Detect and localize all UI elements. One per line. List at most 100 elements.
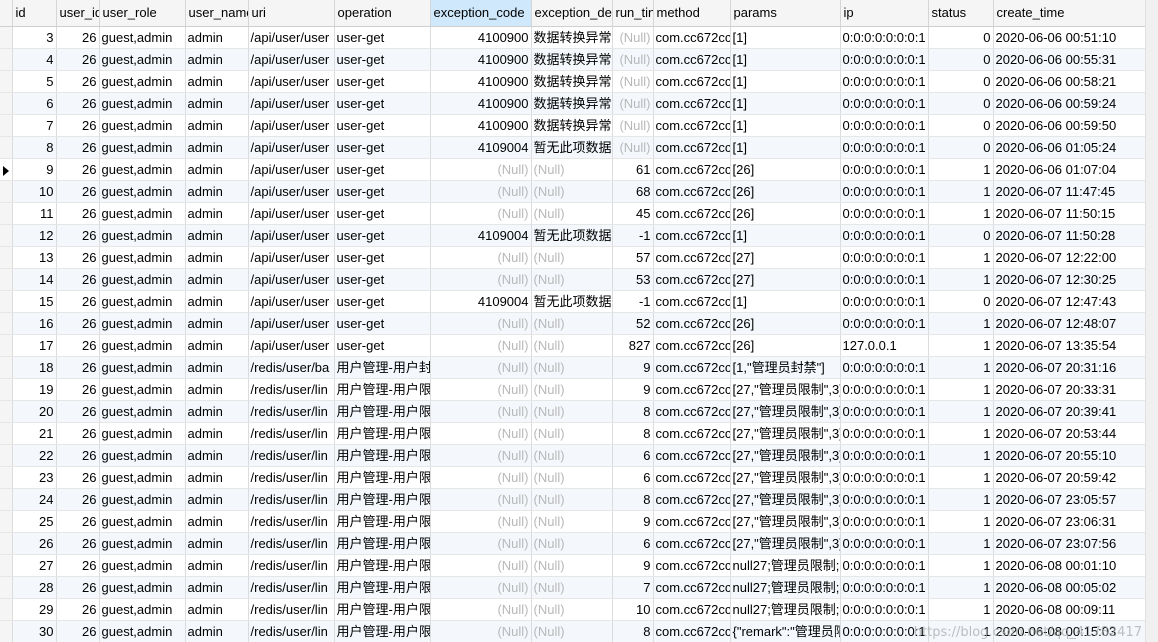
cell-exception-code[interactable]: (Null) <box>430 444 532 467</box>
cell-id[interactable]: 14 <box>12 268 57 291</box>
cell-user-id[interactable]: 26 <box>56 334 100 357</box>
table-row[interactable]: 15 26 guest,admin admin/api/user/user user-g… <box>0 290 1147 313</box>
cell-run-time[interactable]: 8 <box>612 400 654 423</box>
cell-ip[interactable]: 0:0:0:0:0:0:0:1 <box>840 576 929 599</box>
cell-status[interactable]: 1 <box>928 620 994 642</box>
cell-user-role[interactable]: guest,admin <box>99 92 186 115</box>
cell-run-time[interactable]: (Null) <box>612 136 654 159</box>
cell-ip[interactable]: 0:0:0:0:0:0:0:1 <box>840 136 929 159</box>
cell-user-id[interactable]: 26 <box>56 158 100 181</box>
cell-user-id[interactable]: 26 <box>56 378 100 401</box>
cell-id[interactable]: 11 <box>12 202 57 225</box>
cell-user-id[interactable]: 26 <box>56 48 100 71</box>
cell-id[interactable]: 26 <box>12 532 57 555</box>
cell-exception-code[interactable]: (Null) <box>430 554 532 577</box>
cell-id[interactable]: 30 <box>12 620 57 642</box>
cell-id[interactable]: 5 <box>12 70 57 93</box>
cell-status[interactable]: 1 <box>928 400 994 423</box>
cell-run-time[interactable]: (Null) <box>612 26 654 49</box>
cell-uri[interactable]: /redis/user/lin <box>248 400 335 423</box>
cell-params[interactable]: [27] <box>730 246 841 269</box>
cell-run-time[interactable]: -1 <box>612 224 654 247</box>
cell-user-role[interactable]: guest,admin <box>99 620 186 642</box>
cell-method[interactable]: com.cc672cc <box>653 290 731 313</box>
cell-user-name[interactable]: admin <box>185 290 249 313</box>
column-header-create-time[interactable]: create_time <box>993 0 1147 27</box>
cell-ip[interactable]: 0:0:0:0:0:0:0:1 <box>840 510 929 533</box>
cell-exception-detail[interactable]: (Null) <box>531 334 613 357</box>
cell-id[interactable]: 19 <box>12 378 57 401</box>
row-selector[interactable] <box>0 290 13 313</box>
cell-create-time[interactable]: 2020-06-06 00:59:50 <box>993 114 1147 137</box>
cell-user-id[interactable]: 26 <box>56 224 100 247</box>
cell-status[interactable]: 1 <box>928 466 994 489</box>
cell-user-name[interactable]: admin <box>185 576 249 599</box>
cell-create-time[interactable]: 2020-06-07 11:50:28 <box>993 224 1147 247</box>
cell-operation[interactable]: user-get <box>334 246 431 269</box>
cell-user-id[interactable]: 26 <box>56 466 100 489</box>
cell-uri[interactable]: /redis/user/lin <box>248 554 335 577</box>
cell-exception-detail[interactable]: 数据转换异常 <box>531 48 613 71</box>
cell-user-role[interactable]: guest,admin <box>99 488 186 511</box>
cell-params[interactable]: null27;管理员限制;3 <box>730 576 841 599</box>
cell-run-time[interactable]: 6 <box>612 444 654 467</box>
cell-run-time[interactable]: 8 <box>612 422 654 445</box>
cell-exception-detail[interactable]: (Null) <box>531 312 613 335</box>
cell-exception-code[interactable]: (Null) <box>430 334 532 357</box>
row-selector[interactable] <box>0 202 13 225</box>
cell-ip[interactable]: 0:0:0:0:0:0:0:1 <box>840 466 929 489</box>
cell-create-time[interactable]: 2020-06-08 00:09:11 <box>993 598 1147 621</box>
cell-user-name[interactable]: admin <box>185 136 249 159</box>
cell-uri[interactable]: /api/user/user <box>248 70 335 93</box>
cell-run-time[interactable]: 6 <box>612 466 654 489</box>
cell-user-role[interactable]: guest,admin <box>99 48 186 71</box>
cell-exception-code[interactable]: 4109004 <box>430 136 532 159</box>
cell-operation[interactable]: 用户管理-用户限制 <box>334 466 431 489</box>
cell-user-role[interactable]: guest,admin <box>99 312 186 335</box>
cell-status[interactable]: 0 <box>928 48 994 71</box>
cell-status[interactable]: 0 <box>928 290 994 313</box>
cell-method[interactable]: com.cc672cc <box>653 180 731 203</box>
column-header-method[interactable]: method <box>653 0 731 27</box>
cell-user-id[interactable]: 26 <box>56 290 100 313</box>
cell-exception-detail[interactable]: 暂无此项数据 <box>531 290 613 313</box>
cell-user-name[interactable]: admin <box>185 158 249 181</box>
cell-uri[interactable]: /redis/user/lin <box>248 466 335 489</box>
cell-run-time[interactable]: (Null) <box>612 48 654 71</box>
cell-run-time[interactable]: -1 <box>612 290 654 313</box>
cell-status[interactable]: 1 <box>928 554 994 577</box>
cell-id[interactable]: 9 <box>12 158 57 181</box>
table-row[interactable]: 4 26 guest,admin admin/api/user/user user-ge… <box>0 48 1147 71</box>
cell-params[interactable]: [27,"管理员限制",3] <box>730 488 841 511</box>
cell-method[interactable]: com.cc672cc <box>653 158 731 181</box>
cell-exception-detail[interactable]: 数据转换异常 <box>531 114 613 137</box>
cell-ip[interactable]: 0:0:0:0:0:0:0:1 <box>840 488 929 511</box>
row-selector[interactable] <box>0 356 13 379</box>
cell-status[interactable]: 0 <box>928 92 994 115</box>
cell-uri[interactable]: /redis/user/lin <box>248 598 335 621</box>
cell-operation[interactable]: user-get <box>334 48 431 71</box>
cell-operation[interactable]: 用户管理-用户限制 <box>334 422 431 445</box>
cell-create-time[interactable]: 2020-06-07 11:50:15 <box>993 202 1147 225</box>
cell-exception-detail[interactable]: (Null) <box>531 268 613 291</box>
cell-ip[interactable]: 0:0:0:0:0:0:0:1 <box>840 92 929 115</box>
cell-method[interactable]: com.cc672cc <box>653 26 731 49</box>
table-row[interactable]: 7 26 guest,admin admin/api/user/user user-ge… <box>0 114 1147 137</box>
cell-run-time[interactable]: 9 <box>612 378 654 401</box>
cell-id[interactable]: 21 <box>12 422 57 445</box>
cell-status[interactable]: 1 <box>928 202 994 225</box>
cell-uri[interactable]: /api/user/user <box>248 290 335 313</box>
cell-ip[interactable]: 0:0:0:0:0:0:0:1 <box>840 180 929 203</box>
table-row[interactable]: 24 26 guest,admin admin/redis/user/lin 用户管理-… <box>0 488 1147 511</box>
cell-uri[interactable]: /redis/user/lin <box>248 422 335 445</box>
cell-exception-detail[interactable]: 数据转换异常 <box>531 26 613 49</box>
row-selector[interactable] <box>0 554 13 577</box>
cell-user-name[interactable]: admin <box>185 92 249 115</box>
cell-operation[interactable]: user-get <box>334 136 431 159</box>
table-row[interactable]: 9 26 guest,admin admin/api/user/user user-ge… <box>0 158 1147 181</box>
cell-status[interactable]: 0 <box>928 136 994 159</box>
cell-method[interactable]: com.cc672cc <box>653 444 731 467</box>
cell-status[interactable]: 1 <box>928 158 994 181</box>
cell-user-role[interactable]: guest,admin <box>99 400 186 423</box>
cell-run-time[interactable]: 6 <box>612 532 654 555</box>
